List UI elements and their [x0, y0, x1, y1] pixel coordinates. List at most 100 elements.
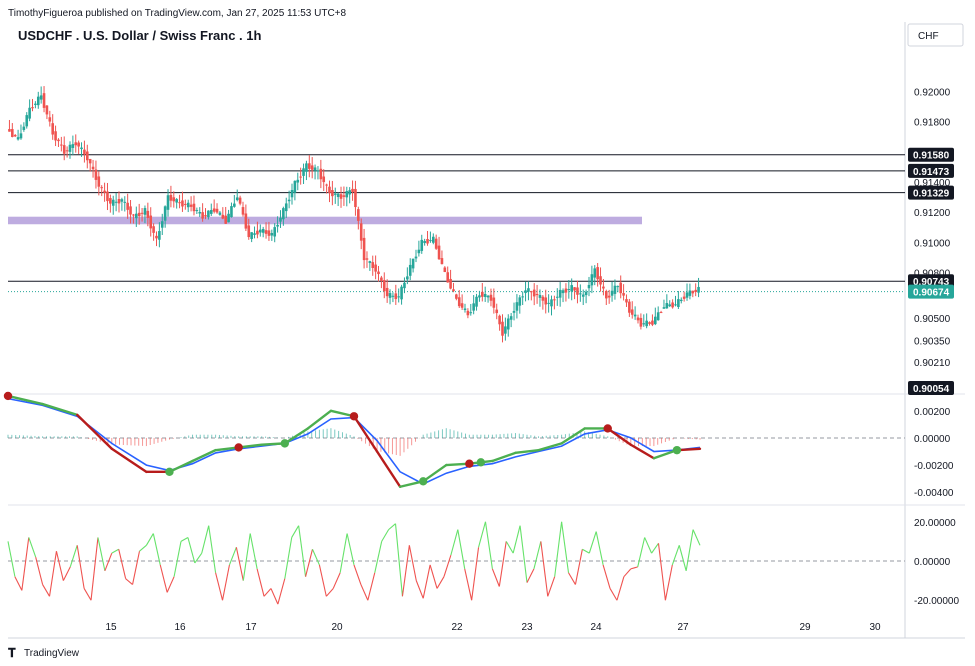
candle-169-body [495, 309, 499, 314]
candle-175-body [512, 311, 516, 313]
candle-130-body [382, 280, 386, 292]
candle-151-body [443, 267, 447, 273]
candle-209-body [610, 290, 614, 296]
candle-66-body [198, 211, 202, 214]
candle-183-body [535, 293, 539, 296]
price-tick-2: 0.91400 [914, 178, 951, 189]
macd-tick-3: -0.00400 [914, 488, 954, 499]
cross-marker-4 [349, 412, 359, 421]
candle-128-body [377, 271, 380, 275]
candle-201-body [587, 284, 591, 289]
candle-63-body [189, 204, 193, 207]
chart-canvas[interactable]: 0.915800.914730.913290.907430.906740.900… [0, 0, 975, 666]
candle-136-body [400, 286, 403, 300]
candle-84-body [250, 232, 253, 239]
cross-marker-9 [672, 445, 682, 455]
time-tick-8: 29 [799, 622, 811, 633]
candle-82-body [244, 213, 248, 229]
candle-47-body [143, 208, 147, 215]
candle-73-body [218, 212, 222, 215]
candle-103-body [305, 163, 308, 172]
candle-210-body [613, 285, 617, 294]
candle-34-body [106, 191, 109, 202]
candle-77-body [230, 206, 233, 218]
candle-187-body [547, 302, 550, 304]
candle-174-body [509, 316, 513, 320]
candle-62-body [186, 202, 190, 208]
candle-124-body [365, 258, 369, 260]
time-tick-0: 15 [105, 622, 117, 633]
candle-18-body [60, 144, 63, 146]
cross-marker-5 [419, 477, 428, 486]
candle-39-body [120, 199, 124, 202]
candle-53-body [160, 221, 164, 228]
candle-155-body [455, 294, 458, 299]
candle-74-body [221, 214, 225, 219]
currency-button[interactable]: CHF [907, 23, 964, 47]
candle-78-body [233, 203, 236, 207]
candle-171-body [501, 321, 504, 336]
candle-58-body [175, 199, 178, 203]
candle-52-body [158, 231, 161, 240]
symbol-title: USDCHF . U.S. Dollar / Swiss Franc . 1h [18, 28, 262, 43]
candle-89-body [264, 230, 268, 234]
candle-148-body [434, 238, 438, 249]
candle-10-body [36, 96, 40, 106]
candle-94-body [279, 217, 282, 222]
candle-230-body [671, 302, 674, 308]
candle-92-body [273, 227, 277, 237]
candle-138-body [406, 276, 409, 280]
candle-101-body [299, 176, 302, 178]
candle-42-body [129, 206, 132, 215]
candle-152-body [446, 272, 450, 283]
candle-88-body [261, 228, 265, 233]
macd-tick-1: 0.00000 [914, 434, 951, 445]
candle-40-body [123, 201, 127, 203]
candle-160-body [469, 312, 473, 314]
candle-26-body [83, 149, 86, 155]
candle-28-body [88, 158, 92, 164]
candle-231-body [674, 304, 677, 306]
candle-75-body [224, 215, 227, 224]
candle-87-body [258, 229, 262, 233]
candle-180-body [527, 288, 530, 292]
candle-71-body [212, 208, 216, 212]
candle-64-body [192, 203, 196, 212]
candle-93-body [276, 224, 279, 227]
candle-31-body [97, 176, 101, 187]
candle-6-body [25, 115, 29, 127]
candle-1-body [11, 129, 14, 137]
candle-225-body [656, 312, 660, 321]
candle-191-body [558, 289, 562, 298]
candle-25-body [80, 147, 83, 150]
candle-132-body [388, 293, 392, 298]
cross-marker-1 [165, 467, 174, 477]
candle-193-body [564, 288, 568, 293]
price-tick-1: 0.91800 [914, 117, 951, 128]
candle-96-body [284, 203, 288, 212]
candle-140-body [411, 258, 415, 269]
grid-lines [0, 0, 975, 666]
candle-185-body [541, 296, 545, 301]
candle-196-body [573, 287, 576, 291]
candle-150-body [440, 258, 444, 265]
current-price-text: 0.90674 [913, 288, 950, 299]
candle-43-body [132, 214, 135, 216]
candle-221-body [645, 320, 648, 327]
candle-214-body [625, 299, 628, 303]
candle-116-body [342, 195, 346, 197]
candle-36-body [111, 199, 115, 206]
candle-154-body [452, 289, 455, 292]
time-tick-4: 22 [451, 622, 463, 633]
candle-70-body [209, 210, 213, 214]
candle-229-body [668, 304, 672, 307]
osc-tick-0: 20.00000 [914, 518, 956, 529]
candle-17-body [57, 139, 60, 142]
candle-44-body [135, 213, 138, 219]
candle-182-body [532, 289, 536, 297]
candle-80-body [238, 197, 242, 204]
cross-marker-2 [234, 443, 243, 452]
candle-38-body [117, 198, 121, 204]
candle-13-body [45, 105, 49, 115]
candle-102-body [302, 168, 305, 176]
